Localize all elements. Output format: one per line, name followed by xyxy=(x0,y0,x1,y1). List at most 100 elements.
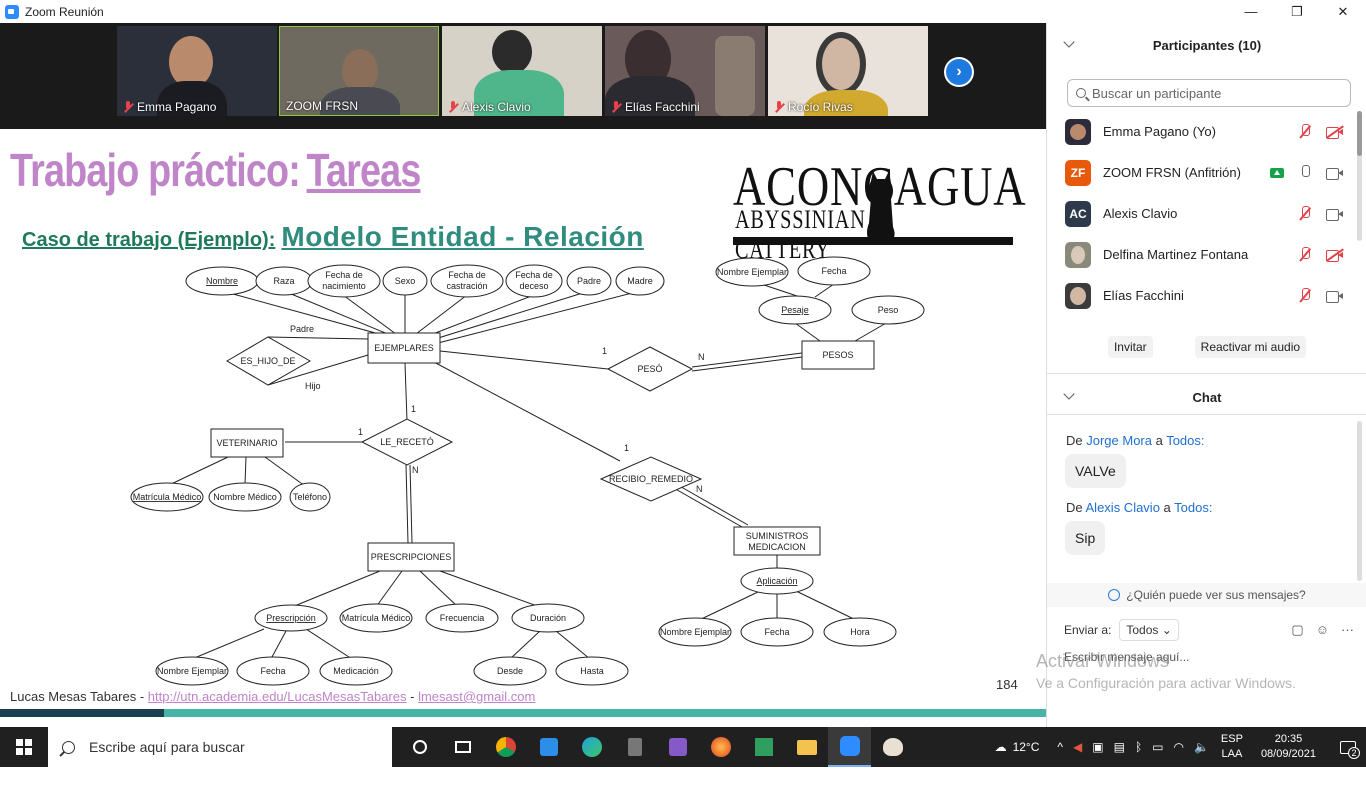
chat-scrollbar[interactable] xyxy=(1357,421,1362,581)
send-to-select[interactable]: Todos ⌄ xyxy=(1119,619,1179,641)
tile-name: ZOOM FRSN xyxy=(286,99,358,113)
slide-footer: Lucas Mesas Tabares - http://utn.academi… xyxy=(10,689,536,704)
chevron-down-icon[interactable] xyxy=(1063,388,1075,400)
participant-row[interactable]: Emma Pagano (Yo) xyxy=(1047,111,1357,152)
next-page-button[interactable]: › xyxy=(944,57,974,87)
video-tile[interactable]: Elías Facchini xyxy=(605,26,765,116)
message-bubble: Sip xyxy=(1065,521,1106,555)
network-device-icon[interactable]: ▤ xyxy=(1114,740,1125,754)
participant-row[interactable]: ZF ZOOM FRSN (Anfitrión) xyxy=(1047,152,1357,193)
video-icon[interactable] xyxy=(1326,290,1343,303)
chevron-up-icon[interactable]: ^ xyxy=(1057,740,1063,754)
volume-icon[interactable]: ◀ xyxy=(1073,740,1082,754)
video-tile[interactable]: Emma Pagano xyxy=(117,26,277,116)
video-tile[interactable]: Rocío Rivas xyxy=(768,26,928,116)
svg-text:1: 1 xyxy=(624,443,629,453)
footer-link[interactable]: http://utn.academia.edu/LucasMesasTabare… xyxy=(148,689,407,704)
message-header: De Alexis Clavio a Todos: xyxy=(1066,500,1213,515)
task-view-icon[interactable] xyxy=(441,727,484,767)
cortana-icon[interactable] xyxy=(398,727,441,767)
video-tile[interactable]: ZOOM FRSN xyxy=(279,26,439,116)
relation-peso: PESÓ xyxy=(637,364,662,374)
title-bar: Zoom Reunión — ❐ ✕ xyxy=(0,0,1366,23)
notifications-icon[interactable]: 2 xyxy=(1330,727,1366,767)
emoji-icon[interactable]: ☺ xyxy=(1316,622,1329,638)
minimize-button[interactable]: — xyxy=(1228,0,1274,23)
maximize-button[interactable]: ❐ xyxy=(1274,0,1320,23)
shared-slide: Trabajo práctico: Tareas Caso de trabajo … xyxy=(0,129,1046,726)
firefox-icon[interactable] xyxy=(699,727,742,767)
mic-icon[interactable] xyxy=(1298,165,1312,180)
chat-messages: De Jorge Mora a Todos: VALVe De Alexis C… xyxy=(1047,427,1357,555)
participant-row[interactable]: AC Alexis Clavio xyxy=(1047,193,1357,234)
relation-recibio-remedio: RECIBIO_REMEDIO xyxy=(609,474,693,484)
svg-text:N: N xyxy=(412,465,419,475)
mic-off-icon[interactable] xyxy=(1298,288,1312,303)
video-icon[interactable] xyxy=(1326,208,1343,221)
svg-text:Nombre Ejemplar: Nombre Ejemplar xyxy=(157,666,227,676)
speaker-icon[interactable]: 🔈 xyxy=(1194,740,1209,754)
svg-text:Hora: Hora xyxy=(850,627,870,637)
paint-icon[interactable] xyxy=(871,727,914,767)
video-off-icon[interactable] xyxy=(1326,247,1344,262)
battery-icon[interactable]: ▭ xyxy=(1152,740,1163,754)
who-can-see-link[interactable]: ¿Quién puede ver sus mensajes? xyxy=(1047,583,1366,607)
file-explorer-icon[interactable] xyxy=(785,727,828,767)
participants-header[interactable]: Participantes (10) xyxy=(1047,30,1366,60)
close-button[interactable]: ✕ xyxy=(1320,0,1366,23)
svg-text:deceso: deceso xyxy=(519,281,548,291)
video-off-icon[interactable] xyxy=(1326,124,1344,139)
start-button[interactable] xyxy=(0,727,48,767)
footer-email[interactable]: lmesast@gmail.com xyxy=(418,689,535,704)
svg-text:Fecha de: Fecha de xyxy=(515,270,553,280)
window-title: Zoom Reunión xyxy=(25,4,104,19)
file-icon[interactable]: ▢ xyxy=(1291,622,1303,638)
mic-off-icon[interactable] xyxy=(1298,206,1312,221)
weather-icon[interactable]: ☁ xyxy=(995,740,1007,754)
mic-off-icon[interactable] xyxy=(1298,124,1312,139)
svg-text:Medicación: Medicación xyxy=(333,666,379,676)
wifi-icon[interactable]: ◠ xyxy=(1173,740,1183,754)
chat-header[interactable]: Chat xyxy=(1047,382,1366,412)
clock[interactable]: 20:35 08/09/2021 xyxy=(1261,732,1316,762)
relation-es-hijo-de: ES_HIJO_DE xyxy=(240,356,295,366)
avatar xyxy=(1065,241,1091,268)
calculator-icon[interactable] xyxy=(613,727,656,767)
participant-row[interactable]: Delfina Martinez Fontana xyxy=(1047,234,1357,275)
taskbar-search[interactable]: Escribe aquí para buscar xyxy=(48,727,392,767)
zoom-logo-icon xyxy=(5,4,19,19)
vscode-icon[interactable] xyxy=(527,727,570,767)
weather-temp[interactable]: 12°C xyxy=(1013,740,1040,754)
unmute-button[interactable]: Reactivar mi audio xyxy=(1194,336,1307,358)
avatar: AC xyxy=(1065,200,1091,227)
svg-text:Fecha de: Fecha de xyxy=(448,270,486,280)
attr-raza: Raza xyxy=(273,276,294,286)
video-tile[interactable]: Alexis Clavio xyxy=(442,26,602,116)
mic-off-icon[interactable] xyxy=(1298,247,1312,262)
svg-text:Fecha: Fecha xyxy=(260,666,285,676)
activate-windows-watermark: Activar Windows Ve a Configuración para … xyxy=(1036,651,1296,691)
er-diagram: Nombre Raza Fecha de nacimiento Sexo Fec… xyxy=(130,256,925,686)
participant-row[interactable]: Elías Facchini xyxy=(1047,275,1357,316)
chevron-down-icon[interactable] xyxy=(1063,36,1075,48)
bluetooth-icon[interactable]: ᛒ xyxy=(1135,740,1142,754)
video-icon[interactable] xyxy=(1326,167,1343,180)
tray-app-icon[interactable]: ▣ xyxy=(1092,740,1103,754)
participant-search-input[interactable]: Buscar un participante xyxy=(1067,79,1351,107)
svg-text:Matrícula Médico: Matrícula Médico xyxy=(133,492,202,502)
snipping-tool-icon[interactable] xyxy=(742,727,785,767)
avatar xyxy=(1065,118,1091,145)
language-indicator[interactable]: ESP LAA xyxy=(1221,732,1243,762)
visual-studio-icon[interactable] xyxy=(656,727,699,767)
invite-button[interactable]: Invitar xyxy=(1107,336,1153,358)
edge-icon[interactable] xyxy=(570,727,613,767)
svg-text:Fecha: Fecha xyxy=(764,627,789,637)
entity-veterinario: VETERINARIO xyxy=(216,438,277,448)
chrome-icon[interactable] xyxy=(484,727,527,767)
more-icon[interactable]: ··· xyxy=(1341,622,1354,638)
svg-text:Nombre Ejemplar: Nombre Ejemplar xyxy=(660,627,730,637)
participants-scrollbar[interactable] xyxy=(1357,111,1362,241)
zoom-taskbar-icon[interactable] xyxy=(828,727,871,767)
svg-text:Padre: Padre xyxy=(577,276,601,286)
mic-off-icon xyxy=(774,101,784,113)
